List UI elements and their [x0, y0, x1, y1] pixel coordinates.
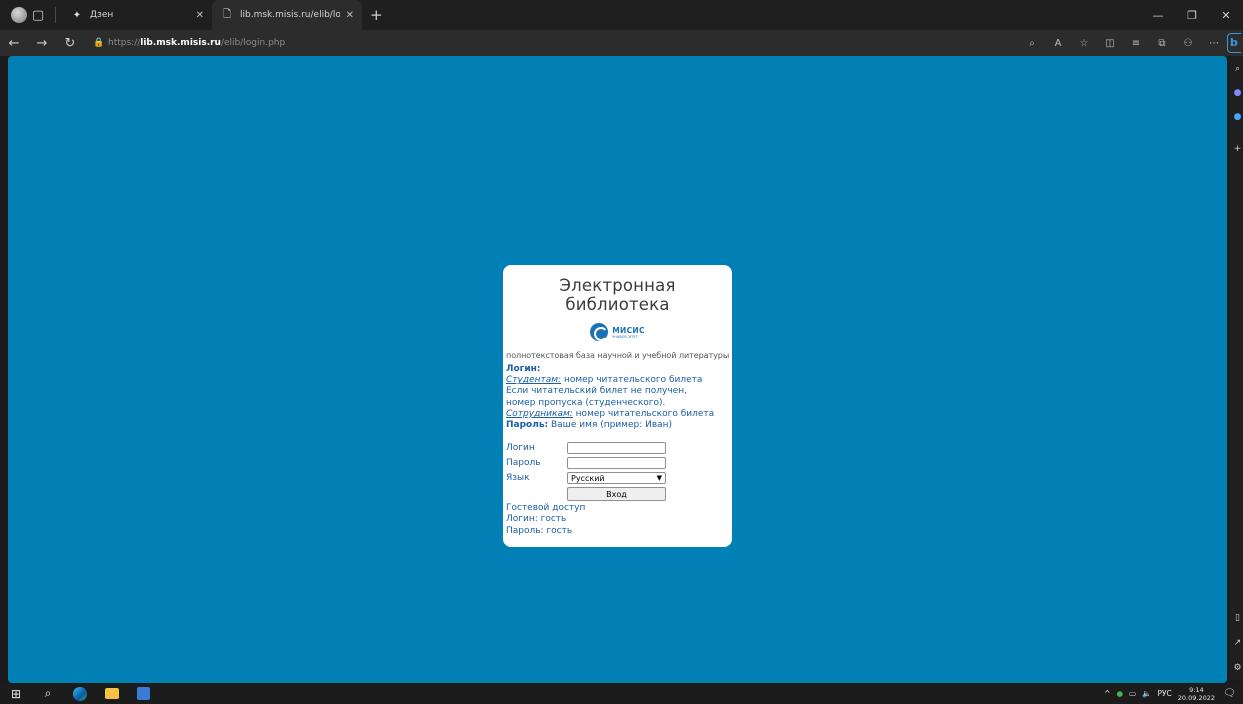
close-icon[interactable]: ✕ [196, 10, 204, 21]
clock[interactable]: 9:14 20.09.2022 [1178, 686, 1215, 702]
system-tray: ^ ● ▭ 🔈 РУС 9:14 20.09.2022 🗨 [1104, 683, 1243, 704]
login-heading: Логин: [506, 364, 541, 374]
language-field-label: Язык [506, 473, 530, 484]
card-subtitle: полнотекстовая база научной и учебной ли… [506, 350, 730, 360]
tab-separator [55, 7, 56, 23]
more-menu-icon[interactable]: ⋯ [1201, 38, 1227, 49]
browser-toolbar: ⌕ A ☆ ◫ ≡ ⧉ ⚇ ⋯ [1019, 30, 1227, 56]
forward-icon[interactable]: → [28, 36, 56, 51]
close-window-icon[interactable]: ✕ [1209, 9, 1243, 22]
login-field-label: Логин [506, 443, 535, 454]
logo-subtitle: УНИВЕРСИТЕТ [612, 334, 638, 339]
split-screen-icon[interactable]: ◫ [1097, 38, 1123, 49]
external-link-icon[interactable]: ↗ [1232, 638, 1243, 648]
profile-avatar[interactable] [11, 7, 27, 23]
outlook-icon[interactable]: ● [1232, 112, 1243, 122]
clock-time: 9:14 [1189, 685, 1204, 694]
add-icon[interactable]: + [1232, 144, 1243, 154]
tab-strip: ▢ ✦ Дзен ✕ 🗋 lib.msk.misis.ru/elib/login… [0, 0, 1243, 30]
bing-chat-icon[interactable]: b [1227, 33, 1241, 53]
security-icon[interactable]: ● [1116, 689, 1123, 698]
sparkle-icon: ✦ [72, 9, 82, 21]
chevron-up-icon[interactable]: ^ [1104, 689, 1110, 698]
address-bar: ← → ↻ 🔒 https://lib.msk.misis.ru/elib/lo… [0, 30, 1243, 56]
guest-password-text: Пароль: гость [506, 525, 573, 536]
minimize-icon[interactable]: — [1141, 9, 1175, 22]
password-input[interactable] [567, 457, 666, 470]
back-icon[interactable]: ← [0, 36, 28, 51]
students-text: номер читательского билета [561, 375, 703, 386]
guest-access-block: Гостевой доступ Логин: гость Пароль: гос… [506, 503, 729, 537]
settings-gear-icon[interactable]: ⚙ [1232, 663, 1243, 673]
language-select[interactable]: Русский ▼ [567, 472, 666, 485]
guest-access-link[interactable]: Гостевой доступ [506, 503, 729, 514]
windows-start-icon[interactable]: ⊞ [0, 687, 32, 701]
favorites-list-icon[interactable]: ≡ [1123, 38, 1149, 49]
page-background: Электронная библиотека МИСИС УНИВЕРСИТЕТ… [8, 56, 1227, 683]
login-input[interactable] [567, 442, 666, 455]
no-ticket-line-1: Если читательский билет не получен, [506, 386, 687, 397]
windows-taskbar: ⊞ ⌕ ^ ● ▭ 🔈 РУС 9:14 20.09.2022 🗨 [0, 683, 1243, 704]
staff-text: номер читательского билета [572, 408, 715, 419]
favorite-star-icon[interactable]: ☆ [1071, 38, 1097, 49]
extensions-icon[interactable]: ⚇ [1175, 38, 1201, 49]
volume-icon[interactable]: 🔈 [1142, 689, 1151, 698]
collections-icon[interactable]: ⧉ [1149, 38, 1175, 49]
misis-logo: МИСИС УНИВЕРСИТЕТ [506, 321, 729, 343]
login-form: Логин Пароль Язык Русский ▼ Вход [506, 442, 729, 502]
no-ticket-line-2: номер пропуска (студенческого). [506, 397, 666, 408]
url-path: /elib/login.php [220, 38, 286, 48]
page-icon: 🗋 [222, 8, 232, 20]
tab-title: lib.msk.misis.ru/elib/login.php [240, 10, 340, 20]
file-explorer-icon[interactable] [105, 688, 119, 699]
tab-elib-login[interactable]: 🗋 lib.msk.misis.ru/elib/login.php ✕ [212, 0, 362, 30]
language-selected-value: Русский [571, 473, 605, 483]
tab-title: Дзен [90, 10, 114, 20]
password-hint-text: Ваше имя (пример: Иван) [548, 420, 673, 431]
read-aloud-icon[interactable]: A [1045, 38, 1071, 49]
close-icon[interactable]: ✕ [346, 10, 354, 21]
staff-label: Сотрудникам: [506, 408, 573, 419]
clock-date: 20.09.2022 [1177, 693, 1215, 702]
search-icon[interactable]: ⌕ [32, 686, 64, 701]
tab-dzen[interactable]: ✦ Дзен ✕ [62, 0, 212, 30]
logo-name: МИСИС [612, 325, 645, 335]
guest-login-text: Логин: гость [506, 514, 567, 525]
copilot-icon[interactable]: ● [1232, 88, 1243, 98]
url-field[interactable]: 🔒 https://lib.msk.misis.ru/elib/login.ph… [90, 32, 960, 54]
page-title: Электронная библиотека [559, 276, 676, 314]
lock-icon[interactable]: 🔒 [90, 38, 108, 48]
restore-icon[interactable]: ❐ [1175, 9, 1209, 22]
tablet-icon[interactable]: ▯ [1232, 613, 1243, 623]
workspaces-icon[interactable]: ▢ [27, 8, 49, 23]
input-language[interactable]: РУС [1157, 689, 1171, 698]
edge-browser-icon[interactable] [73, 686, 87, 701]
password-field-label: Пароль [506, 458, 541, 469]
window-controls: — ❐ ✕ [1141, 0, 1243, 30]
edge-sidebar: ⌕ ● ● + ▯ ↗ ⚙ [1230, 56, 1243, 680]
password-hint-label: Пароль: [506, 420, 549, 431]
login-card: Электронная библиотека МИСИС УНИВЕРСИТЕТ… [503, 265, 732, 547]
search-icon[interactable]: ⌕ [1232, 64, 1243, 74]
url-scheme: https:// [108, 38, 141, 48]
login-instructions: Логин: Студентам: номер читательского би… [506, 364, 729, 431]
network-icon[interactable]: ▭ [1129, 689, 1136, 698]
url-host: lib.msk.misis.ru [140, 38, 221, 48]
students-label: Студентам: [506, 375, 562, 386]
submit-button[interactable]: Вход [567, 487, 666, 502]
new-tab-icon[interactable]: + [370, 6, 383, 24]
refresh-icon[interactable]: ↻ [56, 36, 84, 51]
notifications-icon[interactable]: 🗨 [1223, 688, 1237, 699]
misis-logo-icon [590, 323, 609, 341]
search-page-icon[interactable]: ⌕ [1019, 38, 1045, 49]
app-icon[interactable] [137, 687, 150, 700]
chevron-down-icon: ▼ [656, 474, 662, 483]
